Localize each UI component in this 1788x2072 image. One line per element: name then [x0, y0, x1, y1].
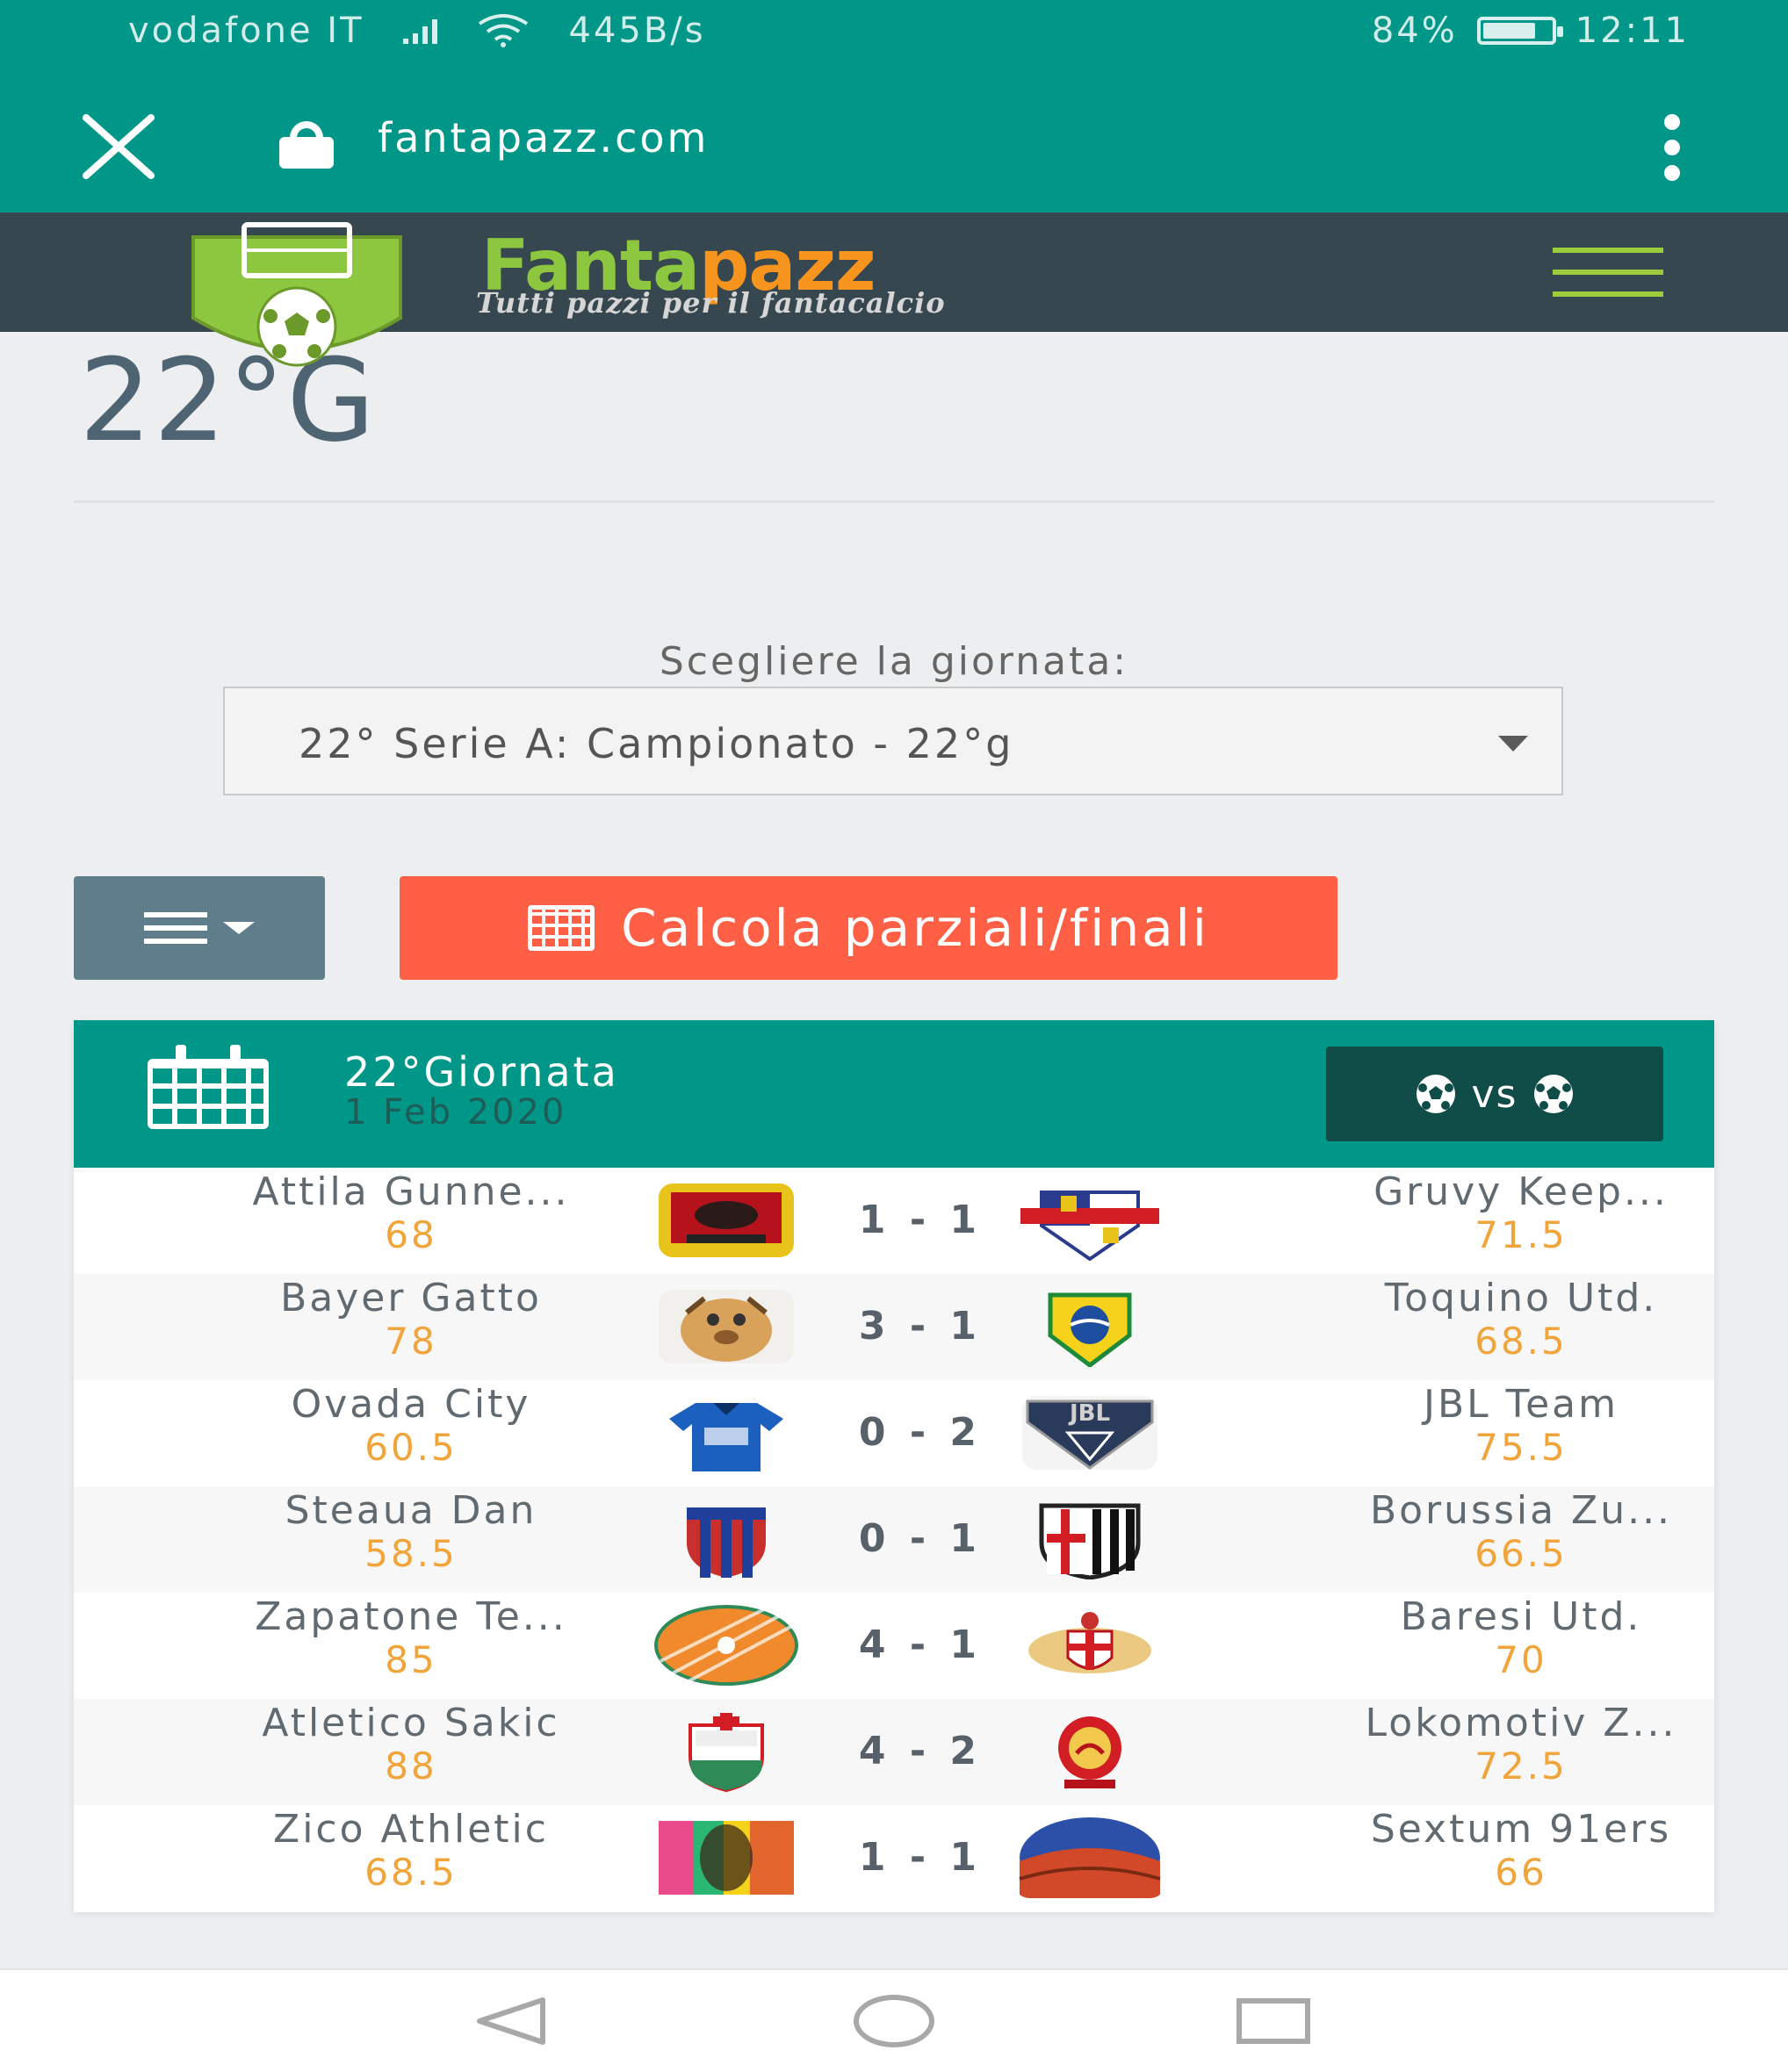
home-team-name: Steaua Dan [285, 1488, 537, 1533]
away-team-points: 70 [1495, 1638, 1547, 1681]
away-team-points: 72.5 [1474, 1745, 1568, 1788]
away-team-points: 66.5 [1474, 1532, 1568, 1575]
recent-apps-icon[interactable] [1236, 1998, 1310, 2044]
home-team-points: 58.5 [364, 1532, 458, 1575]
caret-down-icon [223, 922, 255, 934]
home-team-points: 60.5 [364, 1426, 458, 1469]
signal-icon [402, 18, 437, 44]
home-team-name: Attila Gunne... [252, 1169, 570, 1214]
match-score: 1 - 1 [858, 1835, 983, 1880]
close-icon[interactable] [81, 109, 156, 184]
match-score: 0 - 1 [858, 1516, 983, 1561]
home-team-points: 88 [385, 1745, 437, 1788]
match-row[interactable]: Attila Gunne... 68 1 - 1 Gruvy Keep... 7… [74, 1168, 1714, 1274]
home-team-name: Atletico Sakic [262, 1701, 560, 1745]
home-team-name: Bayer Gatto [280, 1276, 542, 1320]
more-vert-icon[interactable] [1656, 114, 1688, 181]
wifi-icon [478, 14, 528, 47]
match-score: 4 - 1 [858, 1622, 983, 1667]
away-team-name: Lokomotiv Z... [1365, 1701, 1677, 1745]
home-team-points: 85 [385, 1638, 437, 1681]
match-row[interactable]: Atletico Sakic 88 4 - 2 Lokomotiv Z... 7… [74, 1699, 1714, 1805]
browser-toolbar: fantapazz.com [0, 63, 1788, 212]
fixtures-panel: 22°Giornata 1 Feb 2020 vs Attila Gunne..… [74, 1020, 1714, 1912]
home-team-crest [659, 1183, 794, 1257]
away-team-points: 68.5 [1474, 1320, 1568, 1363]
match-row[interactable]: Zico Athletic 68.5 1 - 1 Sextum 91ers 66 [74, 1805, 1714, 1911]
list-icon [144, 912, 207, 944]
round-select-value: 22° Serie A: Campionato - 22°g [299, 720, 1014, 767]
away-team-crest [1028, 1612, 1151, 1673]
chevron-down-icon [1498, 736, 1528, 752]
calculate-button[interactable]: Calcola parziali/finali [400, 876, 1337, 980]
home-team-name: Zico Athletic [273, 1807, 549, 1852]
away-team-points: 71.5 [1474, 1213, 1568, 1256]
fixtures-header: 22°Giornata 1 Feb 2020 vs [74, 1020, 1714, 1168]
calendar-icon [148, 1045, 269, 1129]
soccer-ball-icon [1534, 1075, 1574, 1113]
vs-label: vs [1471, 1071, 1518, 1117]
match-row[interactable]: Bayer Gatto 78 3 - 1 Toquino Utd. 68.5 [74, 1274, 1714, 1380]
away-team-name: Gruvy Keep... [1373, 1169, 1669, 1214]
carrier-name: vodafone IT [128, 11, 364, 51]
away-team-points: 75.5 [1474, 1426, 1568, 1469]
battery-icon [1476, 17, 1563, 45]
away-team-name: Toquino Utd. [1384, 1276, 1658, 1320]
round-name: 22°Giornata [344, 1048, 619, 1096]
match-score: 0 - 2 [858, 1410, 983, 1455]
away-team-name: Borussia Zu... [1369, 1488, 1673, 1533]
round-date: 1 Feb 2020 [344, 1092, 567, 1133]
home-team-crest [669, 1403, 783, 1471]
home-team-points: 68 [385, 1213, 437, 1256]
svg-text:JBL: JBL [1068, 1400, 1110, 1427]
battery-percent: 84% [1371, 11, 1458, 51]
round-select[interactable]: 22° Serie A: Campionato - 22°g [223, 687, 1563, 795]
divider [74, 500, 1714, 503]
head-to-head-button[interactable]: vs [1326, 1047, 1663, 1141]
options-menu-button[interactable] [74, 876, 325, 980]
match-row[interactable]: Ovada City 60.5 0 - 2 JBL JBL Team 75.5 [74, 1380, 1714, 1486]
network-speed: 445B/s [568, 11, 706, 51]
home-team-points: 68.5 [364, 1851, 458, 1894]
home-team-name: Ovada City [291, 1382, 531, 1427]
calculator-icon [528, 905, 595, 951]
home-team-crest [687, 1507, 766, 1578]
menu-icon[interactable] [1553, 248, 1663, 297]
away-team-points: 66 [1495, 1851, 1547, 1894]
home-team-points: 78 [385, 1320, 437, 1363]
away-team-crest: JBL [1022, 1396, 1157, 1470]
soccer-ball-icon [1416, 1075, 1455, 1113]
lock-icon [279, 121, 334, 169]
match-score: 1 - 1 [858, 1198, 983, 1242]
away-team-name: JBL Team [1424, 1382, 1619, 1427]
away-team-crest [1048, 1292, 1132, 1367]
site-logo[interactable] [176, 221, 418, 376]
away-team-name: Baresi Utd. [1400, 1594, 1642, 1639]
away-team-crest [1058, 1716, 1121, 1788]
system-nav-bar [0, 1968, 1788, 2072]
match-list: Attila Gunne... 68 1 - 1 Gruvy Keep... 7… [74, 1168, 1714, 1911]
match-score: 4 - 2 [858, 1729, 983, 1773]
home-team-crest [654, 1605, 798, 1686]
back-icon[interactable] [474, 1996, 548, 2046]
match-row[interactable]: Steaua Dan 58.5 0 - 1 Borussia Zu... 66.… [74, 1486, 1714, 1593]
away-team-crest [1020, 1191, 1159, 1261]
away-team-crest [1019, 1817, 1161, 1898]
home-team-crest [659, 1821, 794, 1895]
brand-tagline: Tutti pazzi per il fantacalcio [476, 286, 946, 320]
select-label: Scegliere la giornata: [659, 639, 1129, 684]
clock: 12:11 [1575, 11, 1690, 51]
home-team-crest [659, 1290, 794, 1363]
away-team-crest [1039, 1503, 1141, 1579]
home-team-name: Zapatone Te... [255, 1594, 567, 1639]
url-field[interactable]: fantapazz.com [378, 114, 709, 162]
status-bar: vodafone IT 445B/s 84% 12:11 [0, 0, 1788, 63]
match-row[interactable]: Zapatone Te... 85 4 - 1 Baresi Utd. 70 [74, 1593, 1714, 1699]
away-team-name: Sextum 91ers [1370, 1807, 1672, 1852]
site-header: Fantapazz Tutti pazzi per il fantacalcio [0, 212, 1788, 367]
home-team-crest [689, 1713, 764, 1792]
match-score: 3 - 1 [858, 1304, 983, 1349]
calculate-button-label: Calcola parziali/finali [621, 898, 1209, 958]
home-icon[interactable] [854, 1995, 934, 2047]
